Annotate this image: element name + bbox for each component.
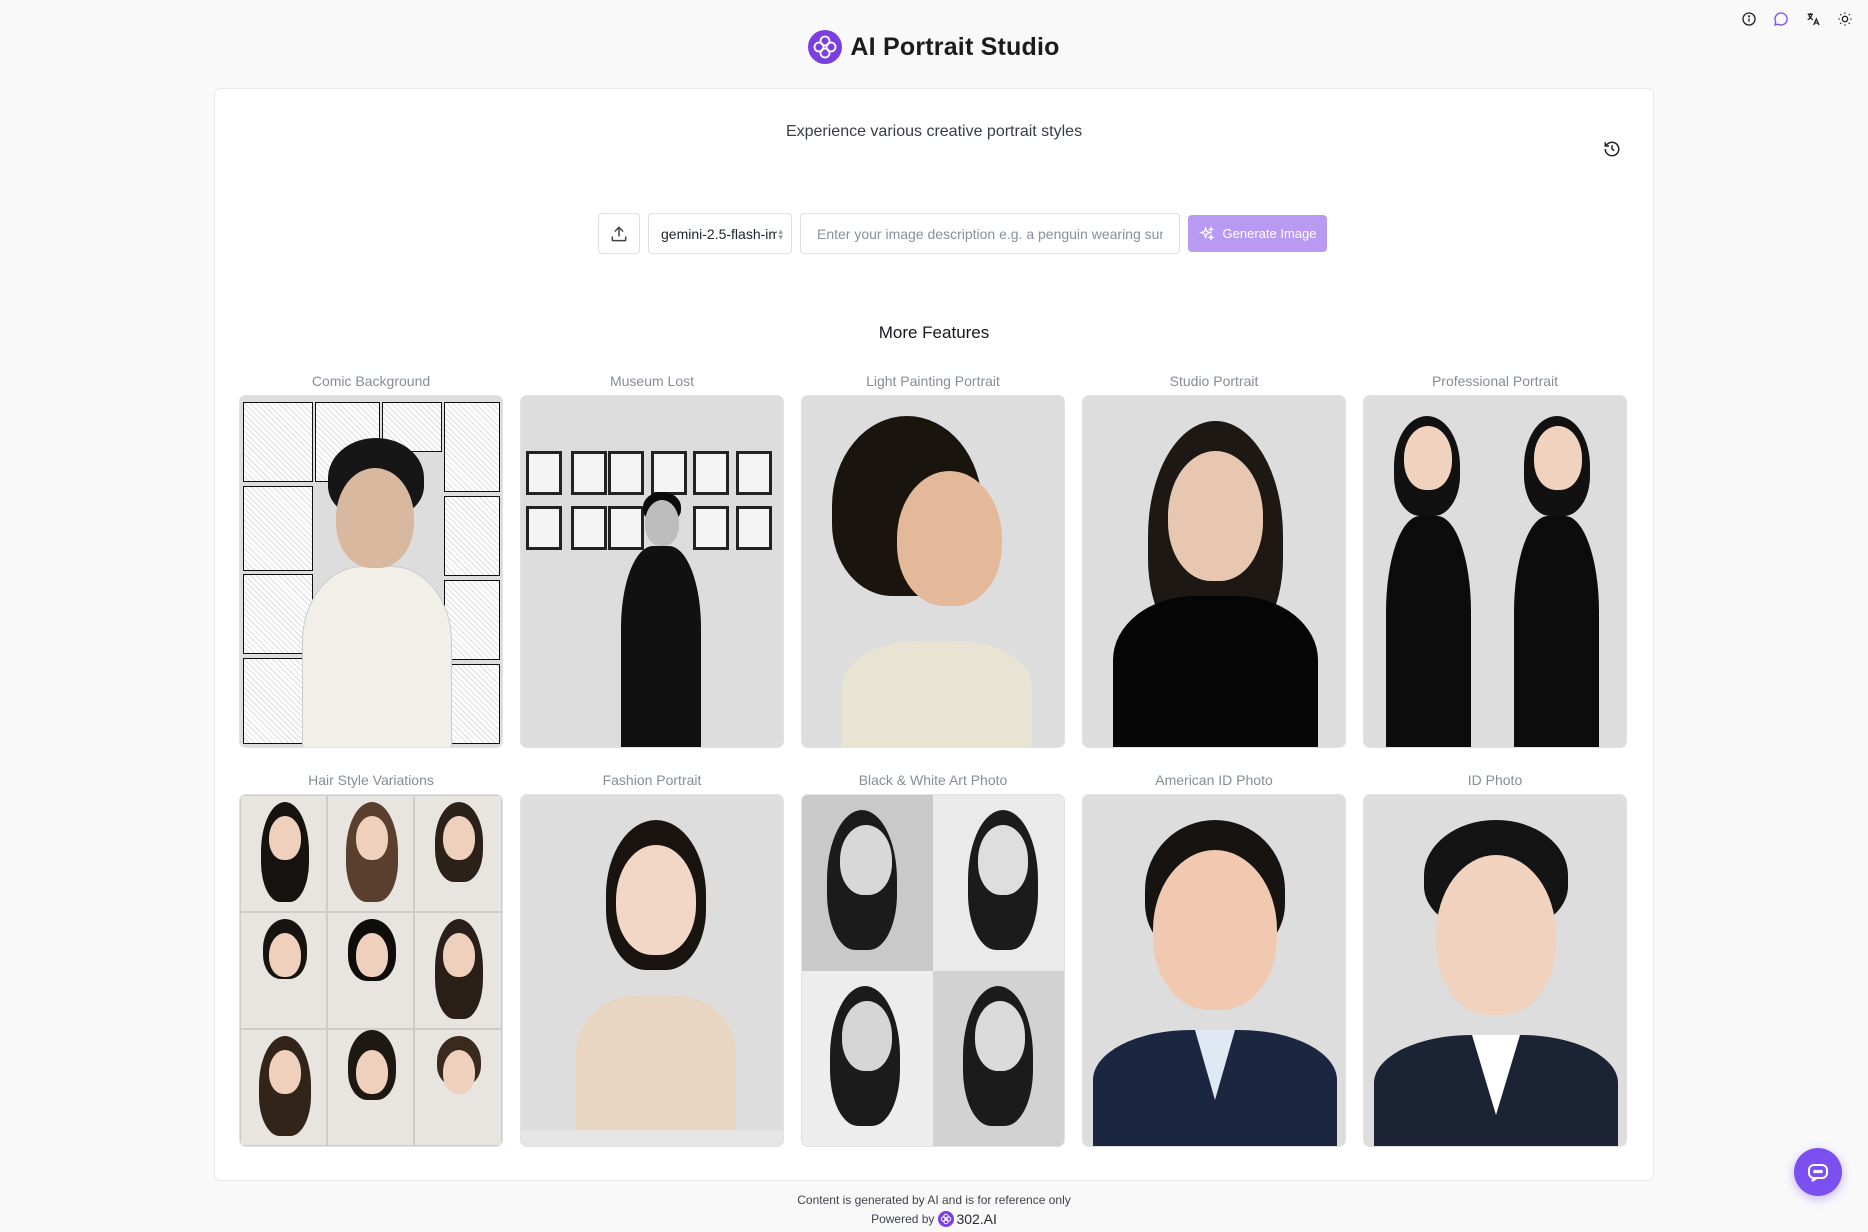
feature-thumbnail (801, 794, 1065, 1147)
feature-thumbnail (239, 395, 503, 748)
feature-label: Hair Style Variations (308, 772, 434, 788)
sun-icon[interactable] (1836, 10, 1854, 28)
feature-thumbnail (1363, 395, 1627, 748)
info-icon[interactable] (1740, 10, 1758, 28)
brand-name: 302.AI (956, 1211, 997, 1227)
feature-label: Studio Portrait (1169, 373, 1259, 389)
model-select[interactable]: gemini-2.5-flash-image ▴▾ (648, 213, 792, 254)
feature-museum-lost[interactable]: Museum Lost (520, 371, 784, 770)
feature-thumbnail (1082, 794, 1346, 1147)
more-features-title: More Features (878, 323, 990, 342)
prompt-input[interactable] (800, 213, 1180, 254)
feature-label: Black & White Art Photo (858, 772, 1008, 788)
feature-label: Fashion Portrait (602, 772, 702, 788)
feature-studio-portrait[interactable]: Studio Portrait (1082, 371, 1346, 770)
brand-link[interactable]: 302.AI (938, 1211, 997, 1227)
features-grid: Comic Background Museum Lost Light Paint… (239, 371, 1631, 1169)
upload-button[interactable] (598, 213, 640, 254)
logo-icon (808, 30, 843, 64)
feature-light-painting-portrait[interactable]: Light Painting Portrait (801, 371, 1065, 770)
generate-toolbar: gemini-2.5-flash-image ▴▾ Generate Image (598, 213, 1327, 254)
app-header: AI Portrait Studio (0, 30, 1868, 64)
feature-black-white-art-photo[interactable]: Black & White Art Photo (801, 770, 1065, 1169)
footer: Content is generated by AI and is for re… (0, 1193, 1868, 1227)
feature-label: ID Photo (1467, 772, 1523, 788)
chevron-updown-icon: ▴ ▾ (778, 226, 783, 242)
feature-label: Comic Background (311, 373, 431, 389)
generate-image-label: Generate Image (1222, 226, 1317, 241)
chat-bubble-icon[interactable] (1772, 10, 1790, 28)
history-icon[interactable] (1603, 140, 1623, 160)
top-toolbar (1740, 10, 1854, 28)
model-select-value: gemini-2.5-flash-image (661, 225, 777, 242)
app-title: AI Portrait Studio (850, 32, 1060, 61)
feature-thumbnail (1082, 395, 1346, 748)
feature-american-id-photo[interactable]: American ID Photo (1082, 770, 1346, 1169)
chat-support-button[interactable] (1794, 1148, 1842, 1196)
footer-disclaimer: Content is generated by AI and is for re… (797, 1193, 1071, 1207)
feature-id-photo[interactable]: ID Photo (1363, 770, 1627, 1169)
feature-thumbnail (520, 395, 784, 748)
feature-professional-portrait[interactable]: Professional Portrait (1363, 371, 1627, 770)
feature-thumbnail (520, 794, 784, 1147)
page-subtitle: Experience various creative portrait sty… (785, 123, 1083, 140)
sparkle-icon (1198, 225, 1215, 241)
translate-icon[interactable] (1804, 10, 1822, 28)
feature-fashion-portrait[interactable]: Fashion Portrait (520, 770, 784, 1169)
feature-thumbnail (1363, 794, 1627, 1147)
upload-icon (611, 225, 627, 241)
feature-label: Light Painting Portrait (866, 373, 1000, 389)
feature-label: Professional Portrait (1431, 373, 1559, 389)
feature-thumbnail (801, 395, 1065, 748)
main-card: Experience various creative portrait sty… (214, 88, 1654, 1181)
feature-label: Museum Lost (609, 373, 695, 389)
feature-label: American ID Photo (1155, 772, 1273, 788)
feature-thumbnail (239, 794, 503, 1147)
feature-hair-style-variations[interactable]: Hair Style Variations (239, 770, 503, 1169)
chat-icon (1808, 1164, 1828, 1182)
powered-by-label: Powered by (871, 1212, 935, 1226)
brand-logo-icon (938, 1211, 955, 1227)
generate-image-button[interactable]: Generate Image (1188, 215, 1327, 252)
feature-comic-background[interactable]: Comic Background (239, 371, 503, 770)
